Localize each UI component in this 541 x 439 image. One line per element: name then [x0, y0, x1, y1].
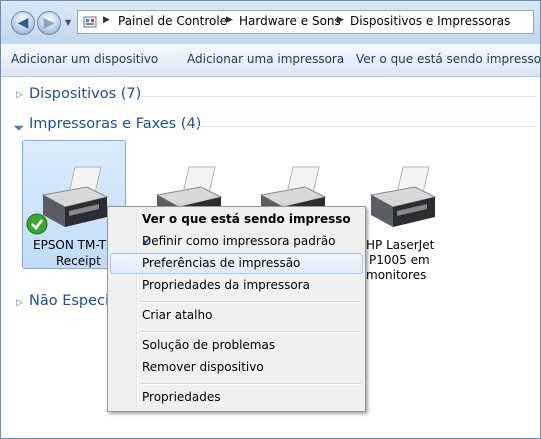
menu-item-label: Definir como impressora padrão — [142, 234, 336, 248]
menu-item-create-shortcut[interactable]: Criar atalho — [110, 305, 363, 326]
group-divider — [193, 126, 536, 127]
printer-name-line3: monitores — [366, 268, 427, 282]
menu-separator — [140, 301, 361, 303]
forward-arrow-icon[interactable]: ▶ — [37, 11, 61, 35]
group-devices-header[interactable]: Dispositivos (7) — [29, 86, 141, 102]
expand-triangle-icon[interactable]: ▷ — [16, 298, 23, 308]
menu-separator — [140, 331, 361, 333]
menu-item-print-preferences[interactable]: Preferências de impressão — [110, 253, 363, 274]
menu-item-printer-properties[interactable]: Propriedades da impressora — [110, 275, 363, 296]
control-panel-icon — [83, 16, 97, 28]
add-device-button[interactable]: Adicionar um dispositivo — [11, 52, 158, 66]
printer-name-line2: Receipt — [56, 254, 101, 268]
breadcrumb-hardware-sound[interactable]: Hardware e Sons — [239, 14, 341, 28]
back-arrow-icon[interactable]: ◀ — [11, 11, 35, 35]
breadcrumb-separator-icon[interactable]: ▶ — [226, 15, 233, 25]
see-printing-button[interactable]: Ver o que está sendo impresso — [356, 52, 540, 66]
group-printers-header[interactable]: Impressoras e Faxes (4) — [29, 116, 201, 132]
menu-item-label: Propriedades da impressora — [142, 278, 310, 292]
menu-item-label: Remover dispositivo — [142, 360, 264, 374]
breadcrumb[interactable]: ▶ Painel de Controle ▶ Hardware e Sons ▶… — [77, 10, 534, 34]
group-divider — [141, 96, 536, 97]
add-printer-button[interactable]: Adicionar uma impressora — [187, 52, 344, 66]
breadcrumb-devices-printers[interactable]: Dispositivos e Impressoras — [350, 14, 510, 28]
menu-item-label: Ver o que está sendo impresso — [142, 212, 351, 226]
breadcrumb-control-panel[interactable]: Painel de Controle — [118, 14, 227, 28]
default-printer-badge-icon — [26, 213, 48, 235]
menu-item-remove-device[interactable]: Remover dispositivo — [110, 357, 363, 378]
breadcrumb-separator-icon[interactable]: ▶ — [103, 15, 110, 25]
menu-separator — [140, 383, 361, 385]
menu-item-label: Propriedades — [142, 390, 221, 404]
menu-item-label: Criar atalho — [142, 308, 213, 322]
menu-item-label: Preferências de impressão — [142, 256, 301, 270]
menu-item-properties[interactable]: Propriedades — [110, 387, 363, 408]
printer-icon[interactable] — [363, 163, 439, 233]
menu-item-troubleshoot[interactable]: Solução de problemas — [110, 335, 363, 356]
menu-item-label: Solução de problemas — [142, 338, 276, 352]
group-unspecified-header[interactable]: Não Especif — [29, 293, 114, 309]
command-bar: Adicionar um dispositivo Adicionar uma i… — [1, 44, 540, 77]
printer-context-menu: Ver o que está sendo impresso ✔ Definir … — [107, 206, 366, 412]
devices-and-printers-window: ◀ ▶ ▼ ▶ Painel de Controle ▶ Hardware e … — [0, 0, 541, 439]
address-bar: ◀ ▶ ▼ ▶ Painel de Controle ▶ Hardware e … — [1, 1, 540, 44]
breadcrumb-separator-icon[interactable]: ▶ — [337, 15, 344, 25]
printer-name-line1: EPSON TM-T2 — [33, 238, 114, 252]
expand-triangle-icon[interactable]: ▷ — [16, 90, 23, 100]
collapse-triangle-icon[interactable]: ◢ — [12, 120, 24, 132]
printer-name-line1: HP LaserJet — [366, 238, 435, 252]
menu-item-see-printing[interactable]: Ver o que está sendo impresso — [110, 209, 363, 230]
menu-item-set-default[interactable]: ✔ Definir como impressora padrão — [110, 231, 363, 252]
printer-name-line2: P1005 em — [369, 253, 430, 267]
recent-pages-chevron-down-icon[interactable]: ▼ — [65, 18, 71, 27]
